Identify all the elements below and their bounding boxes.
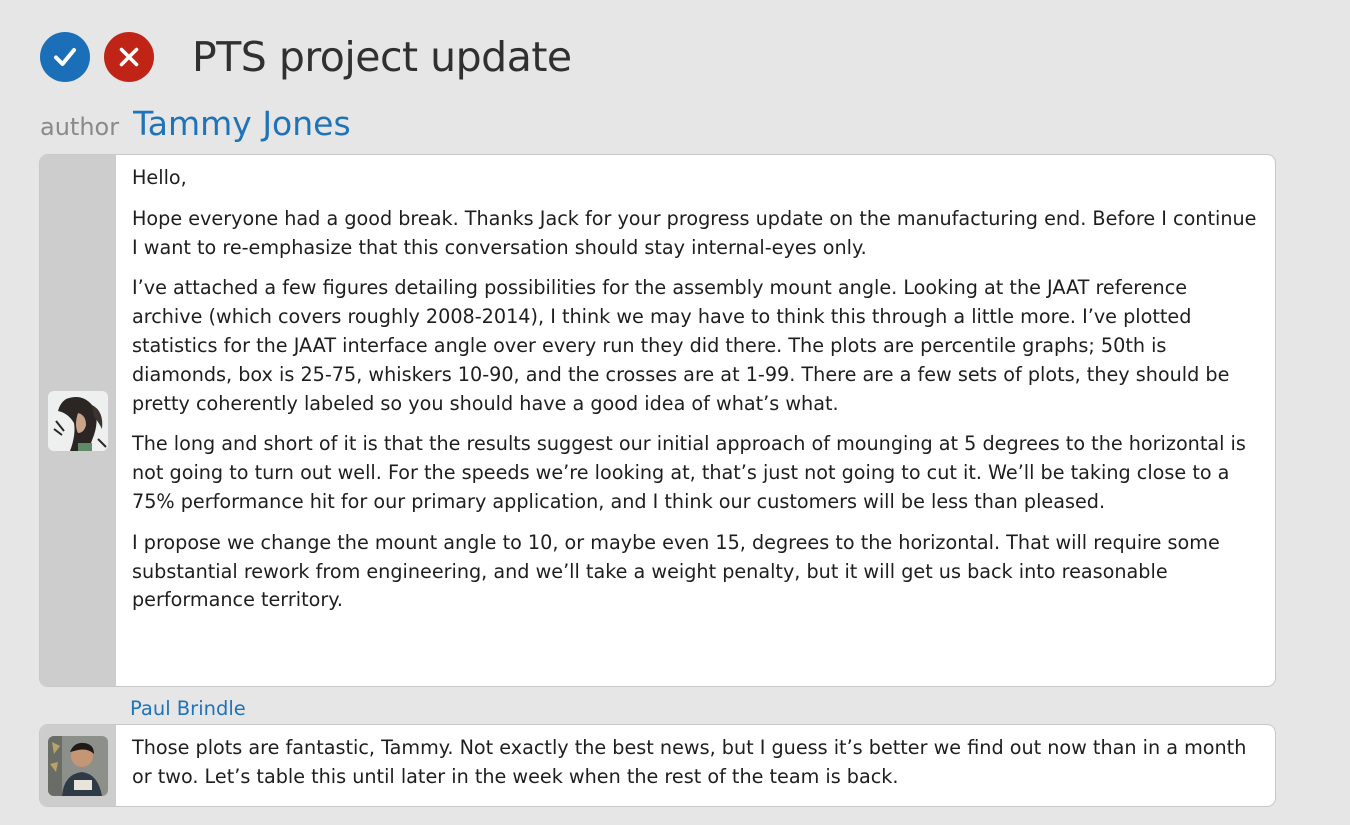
post-body: Hello, Hope everyone had a good break. T… <box>116 155 1275 686</box>
original-post: Hello, Hope everyone had a good break. T… <box>39 154 1276 687</box>
checkmark-icon <box>54 48 76 66</box>
reply-post: Those plots are fantastic, Tammy. Not ex… <box>39 724 1276 807</box>
post-paragraph: I’ve attached a few figures detailing po… <box>132 276 1230 415</box>
post-paragraph: Hello, <box>132 166 187 189</box>
post-paragraph: The long and short of it is that the res… <box>132 432 1246 513</box>
avatar[interactable] <box>48 390 108 451</box>
post-paragraph: Hope everyone had a good break. Thanks J… <box>132 206 1257 259</box>
post-paragraph: I propose we change the mount angle to 1… <box>132 530 1220 612</box>
reject-button[interactable] <box>104 32 154 82</box>
author-row: author Tammy Jones <box>40 104 351 143</box>
reply-body: Those plots are fantastic, Tammy. Not ex… <box>116 725 1275 806</box>
author-label: author <box>40 113 120 141</box>
page-title: PTS project update <box>192 33 572 81</box>
post-sidebar <box>40 155 116 686</box>
approve-button[interactable] <box>40 32 90 82</box>
reply-avatar[interactable] <box>48 735 108 796</box>
reply-author-link[interactable]: Paul Brindle <box>130 697 246 720</box>
reply-sidebar <box>40 725 116 806</box>
close-icon <box>119 47 139 67</box>
header: PTS project update <box>40 32 572 82</box>
reply-text: Those plots are fantastic, Tammy. Not ex… <box>132 736 1247 788</box>
author-name-link[interactable]: Tammy Jones <box>133 104 351 143</box>
